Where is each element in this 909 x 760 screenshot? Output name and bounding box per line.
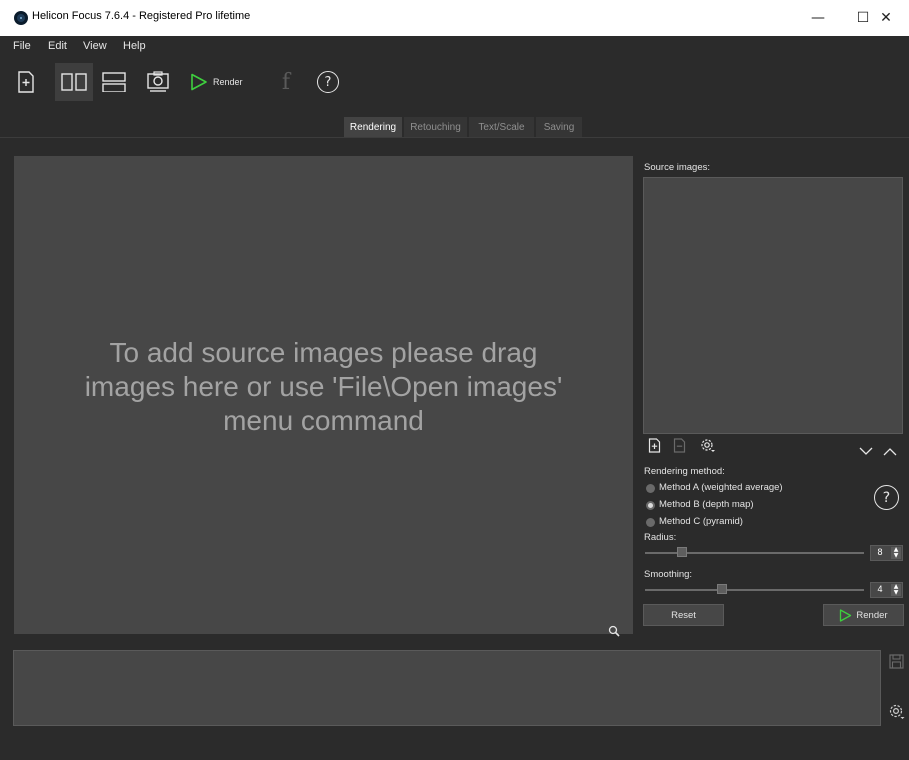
save-icon [889,654,904,669]
render-toolbar-label: Render [213,77,243,87]
gear-icon [889,704,905,719]
add-images-button[interactable] [14,63,38,101]
radius-label: Radius: [644,532,677,543]
remove-source-button[interactable] [673,438,686,457]
close-button[interactable]: ✕ [863,0,909,36]
method-help-button[interactable]: ? [874,485,899,510]
log-area[interactable] [13,650,881,726]
camera-icon [147,71,169,92]
smoothing-slider-track[interactable] [645,589,864,591]
smoothing-spin-arrows-icon[interactable]: ▲ ▼ [891,584,901,596]
remove-file-icon [673,438,686,453]
window-title: Helicon Focus 7.6.4 - Registered Pro lif… [32,10,251,22]
zoom-button[interactable] [608,622,620,641]
zoom-icon [608,625,620,637]
smoothing-value: 4 [877,584,883,594]
drop-hint-line-1: To add source images please drag [109,337,538,368]
play-icon [840,608,852,622]
help-icon: ? [317,71,339,93]
method-b-radio[interactable] [646,501,655,510]
app-logo-icon [14,11,28,25]
facebook-button[interactable]: f [274,63,298,101]
source-settings-button[interactable] [699,437,716,458]
method-c-label: Method C (pyramid) [659,516,743,527]
drop-hint-line-2: images here or use 'File\Open images' [84,371,563,402]
source-images-label: Source images: [644,162,711,173]
tab-saving[interactable]: Saving [536,117,582,138]
help-icon: ? [882,489,891,506]
radius-value: 8 [877,547,883,557]
add-file-icon [648,438,661,453]
method-c-radio[interactable] [646,518,655,527]
radius-slider-handle[interactable] [677,547,688,557]
menu-view[interactable]: View [83,40,107,52]
tab-text-scale[interactable]: Text/Scale [469,117,534,138]
render-toolbar-button[interactable]: Render [190,63,250,101]
play-icon [191,73,207,91]
minimize-button[interactable]: — [795,0,841,36]
smoothing-spinbox[interactable]: 4 ▲ ▼ [870,582,903,598]
menu-edit[interactable]: Edit [48,40,67,52]
reset-button[interactable]: Reset [643,604,724,626]
move-down-button[interactable] [859,441,873,460]
render-button[interactable]: Render [823,604,904,626]
radius-spin-arrows-icon[interactable]: ▲ ▼ [891,547,901,559]
add-file-icon [18,71,34,93]
facebook-icon: f [281,69,291,95]
two-row-icon [102,72,126,92]
method-a-radio[interactable] [646,484,655,493]
log-settings-button[interactable] [888,703,906,725]
drop-hint-line-3: menu command [223,405,424,436]
method-b-label: Method B (depth map) [659,499,754,510]
source-images-list[interactable] [643,177,903,434]
tab-rendering[interactable]: Rendering [344,117,402,138]
two-column-icon [61,73,87,91]
tab-retouching[interactable]: Retouching [404,117,467,138]
layout-two-row-button[interactable] [99,63,129,101]
render-button-label: Render [856,609,888,621]
help-icon-glyph: ? [324,74,332,90]
add-source-button[interactable] [648,438,661,457]
move-up-button[interactable] [883,441,897,460]
menu-help[interactable]: Help [123,40,146,52]
menu-file[interactable]: File [13,40,31,52]
radius-spinbox[interactable]: 8 ▲ ▼ [870,545,903,561]
capture-button[interactable] [143,63,173,101]
chevron-down-icon [859,447,873,455]
toolbar [0,58,909,104]
drop-hint-text: To add source images please drag images … [14,336,633,438]
gear-icon [701,439,715,452]
smoothing-slider-handle[interactable] [716,584,727,594]
method-a-label: Method A (weighted average) [659,482,783,493]
save-log-button[interactable] [889,654,904,673]
layout-two-column-button[interactable] [55,63,93,101]
chevron-up-icon [883,448,897,456]
smoothing-label: Smoothing: [644,569,693,580]
rendering-method-label: Rendering method: [644,466,725,477]
help-toolbar-button[interactable]: ? [315,63,341,101]
